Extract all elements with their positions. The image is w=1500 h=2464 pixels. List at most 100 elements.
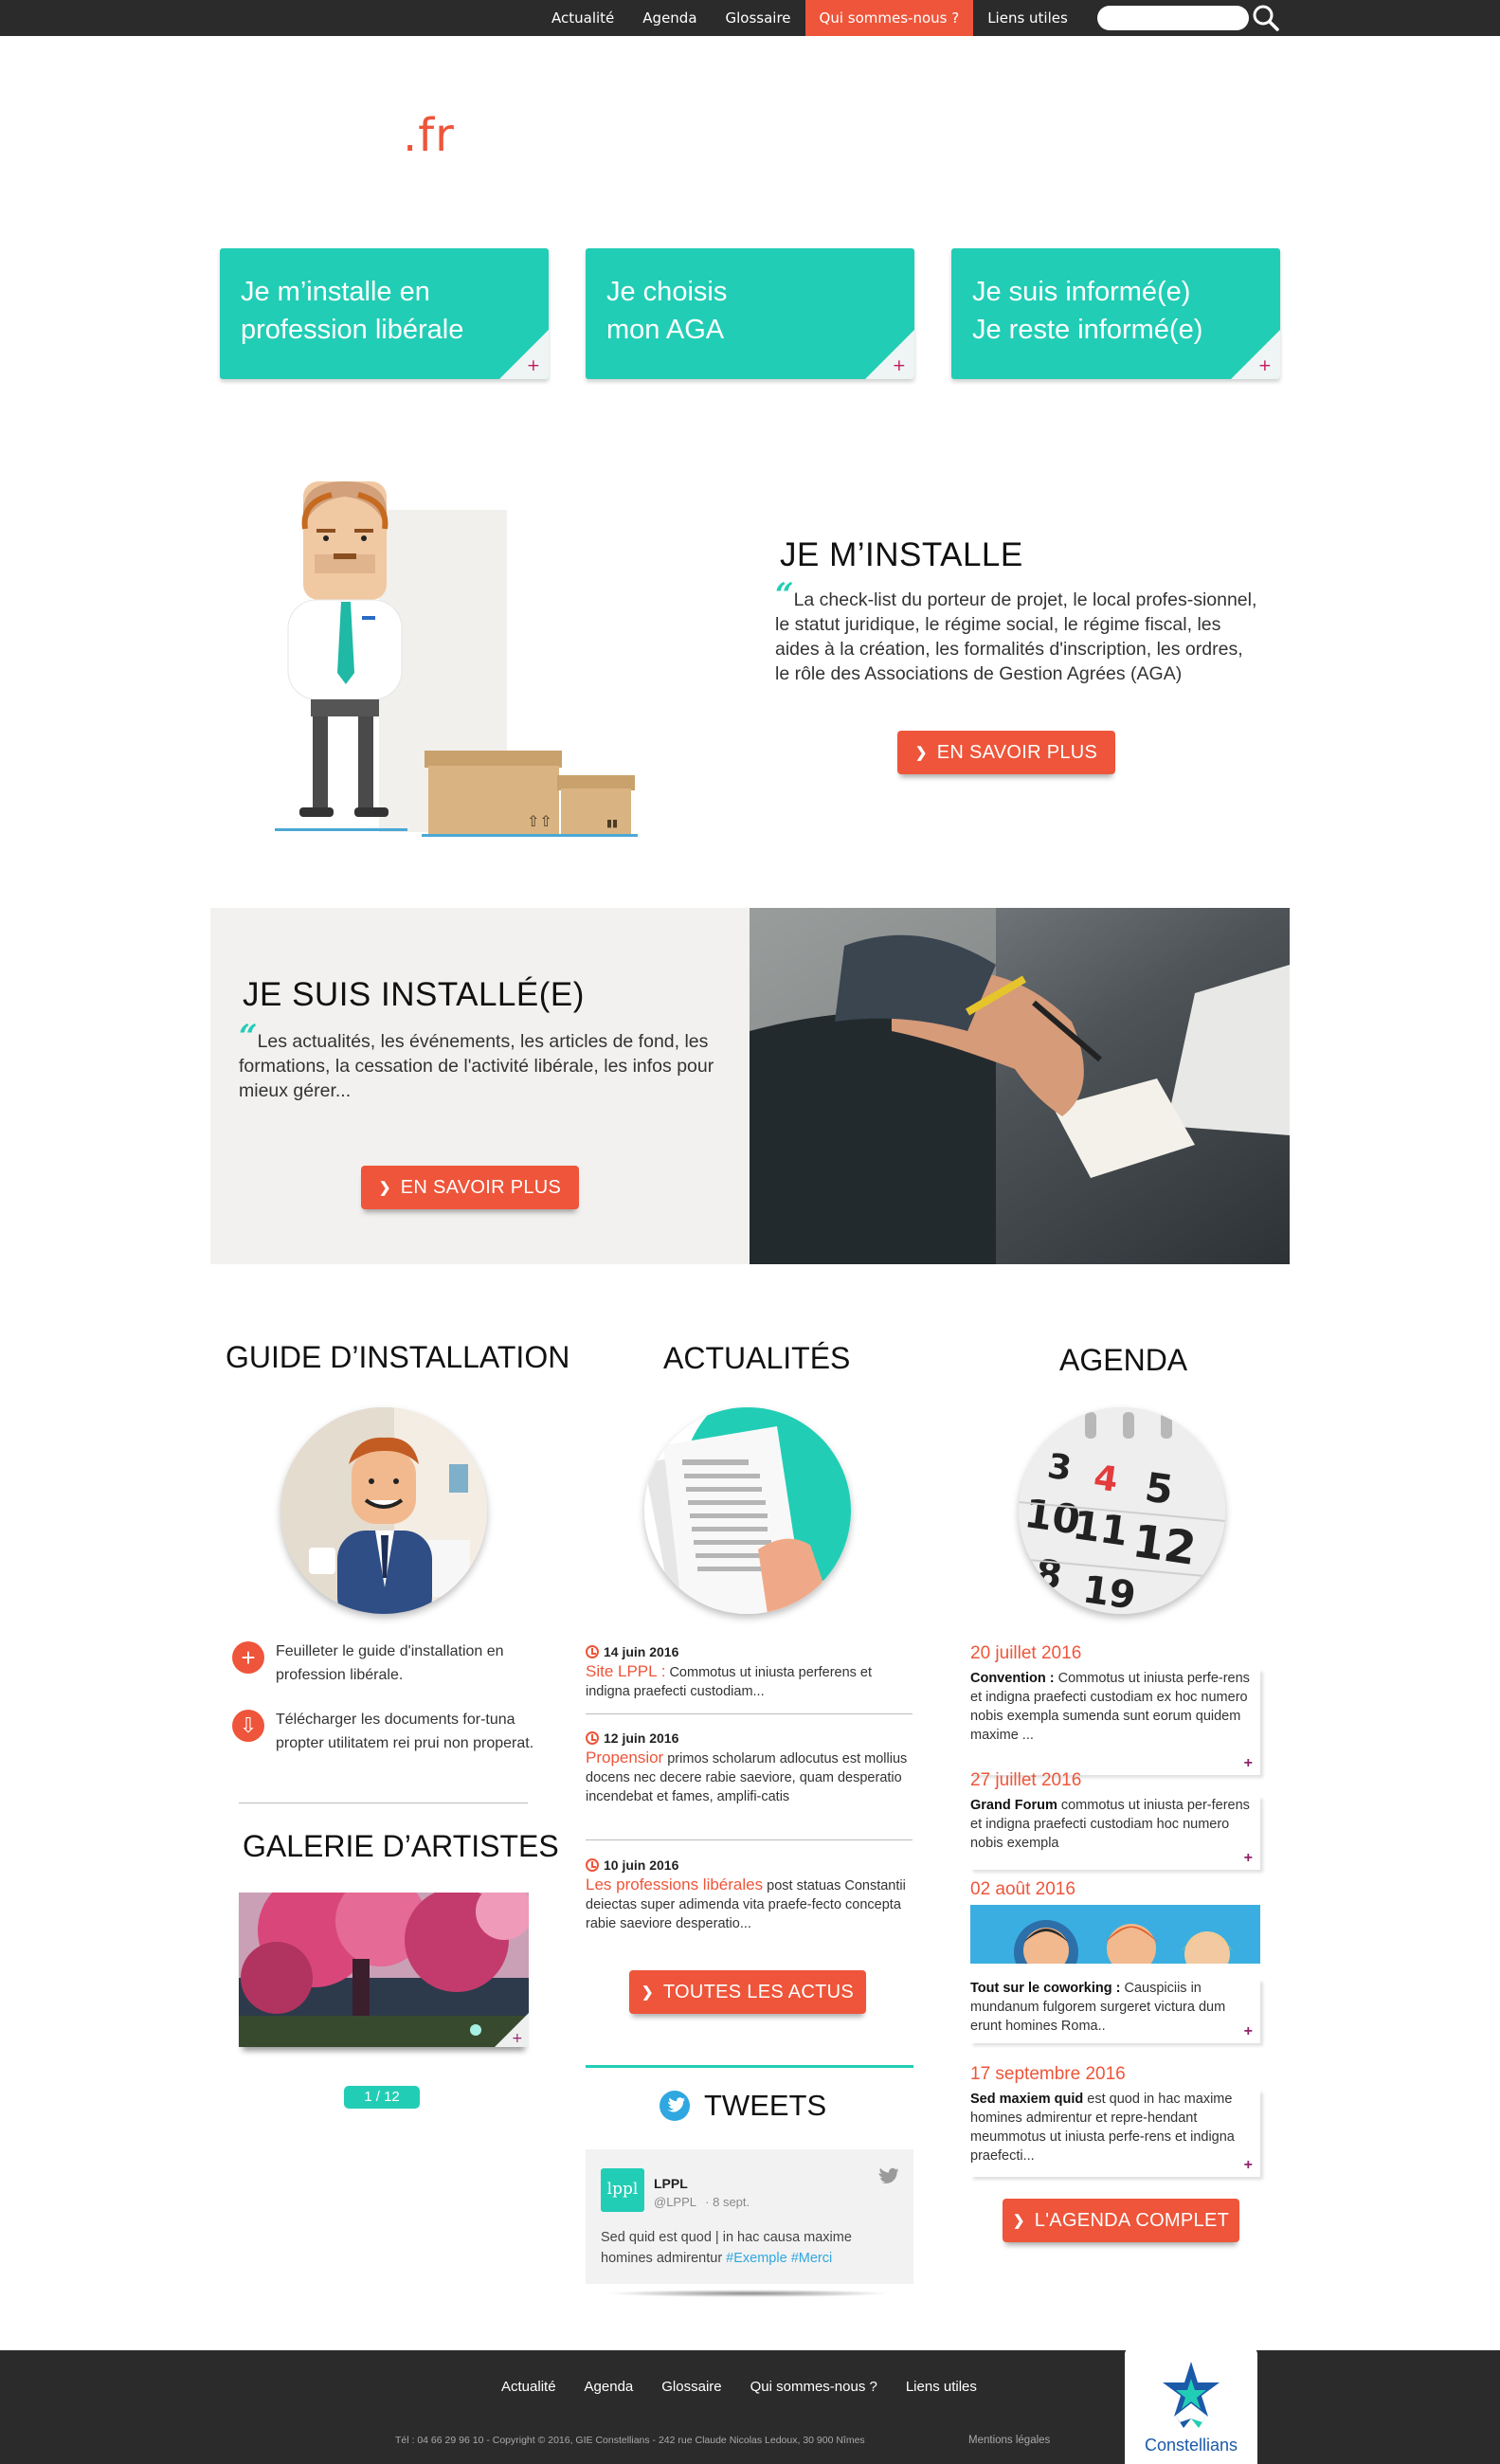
agenda-item[interactable]: 27 juillet 2016 Grand Forum commotus ut … (970, 1770, 1260, 1870)
agenda-card: Sed maxiem quid est quod in hac maxime h… (970, 2090, 1260, 2177)
plus-icon[interactable]: + (1244, 2022, 1253, 2041)
chevron-right-icon: ❯ (914, 745, 928, 761)
news-date-text: 10 juin 2016 (604, 1857, 679, 1873)
en-savoir-plus-button[interactable]: ❯ EN SAVOIR PLUS (361, 1166, 579, 1209)
svg-text:▮▮: ▮▮ (606, 817, 618, 829)
nav-item-glossaire[interactable]: Glossaire (712, 0, 805, 36)
button-label: TOUTES LES ACTUS (662, 1981, 855, 2002)
footer-link-agenda[interactable]: Agenda (570, 2379, 648, 2395)
svg-text:12: 12 (1130, 1514, 1200, 1576)
agenda-date: 17 septembre 2016 (970, 2064, 1126, 2084)
installee-description: “Les actualités, les événements, les art… (239, 1021, 722, 1103)
agenda-item[interactable]: 02 août 2016 Tout sur le coworking : Cau… (970, 1879, 1260, 2043)
tweets-divider (586, 2065, 913, 2068)
footer-link-actualite[interactable]: Actualité (487, 2379, 570, 2395)
agenda-item[interactable]: 17 septembre 2016 Sed maxiem quid est qu… (970, 2064, 1260, 2177)
nav-item-qui-sommes-nous[interactable]: Qui sommes-nous ? (804, 0, 974, 36)
search-input[interactable] (1097, 6, 1249, 30)
guide-circle-illustration[interactable] (280, 1407, 487, 1614)
news-link[interactable]: Site LPPL : (586, 1662, 665, 1680)
agenda-event-title[interactable]: Grand Forum (970, 1798, 1057, 1813)
tweet-date: · 8 sept. (705, 2195, 750, 2209)
svg-text:⇧⇧: ⇧⇧ (527, 812, 552, 830)
button-label: EN SAVOIR PLUS (400, 1176, 562, 1198)
plus-icon: + (1257, 356, 1272, 375)
galerie-title: GALERIE D’ARTISTES (243, 1829, 559, 1863)
nav-item-actualite[interactable]: Actualité (537, 0, 628, 36)
mentions-legales-link[interactable]: Mentions légales (968, 2435, 1050, 2446)
tile-label: Je m’installe en profession libérale (241, 277, 464, 345)
twitter-bird-icon[interactable] (660, 2091, 690, 2121)
installee-panel: JE SUIS INSTALLÉ(E) “Les actualités, les… (210, 908, 750, 1264)
en-savoir-plus-button[interactable]: ❯ EN SAVOIR PLUS (897, 731, 1115, 774)
tile-je-suis-informe[interactable]: Je suis informé(e) Je reste informé(e) + (951, 248, 1280, 379)
button-label: EN SAVOIR PLUS (936, 741, 1098, 763)
nav-item-agenda[interactable]: Agenda (628, 0, 711, 36)
tweets-title: TWEETS (704, 2089, 827, 2122)
constellians-logo[interactable]: Constellians (1125, 2348, 1257, 2464)
gallery-artwork-image[interactable]: + (239, 1893, 529, 2047)
agenda-event-title[interactable]: Convention : (970, 1671, 1055, 1686)
guide-item-text: Feuilleter le guide d'installation en pr… (276, 1643, 504, 1683)
coworking-illustration[interactable] (970, 1905, 1260, 1969)
plus-circle-icon: + (232, 1641, 264, 1674)
plus-icon: + (512, 2031, 523, 2046)
tweet-handle: @LPPL (654, 2195, 696, 2209)
hashtag-link[interactable]: #Merci (791, 2251, 833, 2266)
agenda-event-title[interactable]: Sed maxiem quid (970, 2092, 1083, 2107)
constellians-star-icon (1163, 2362, 1220, 2428)
footer-nav: Actualité Agenda Glossaire Qui sommes-no… (487, 2379, 991, 2395)
news-body: Propensior primos scholarum adlocutus es… (586, 1748, 913, 1806)
agenda-item[interactable]: 20 juillet 2016 Convention : Commotus ut… (970, 1643, 1260, 1775)
gallery-pagination[interactable]: 1 / 12 (344, 2086, 420, 2109)
plus-icon[interactable]: + (1244, 2156, 1253, 2175)
quote-mark-icon: “ (775, 576, 794, 614)
news-link[interactable]: Propensior (586, 1748, 663, 1766)
download-circle-icon: ⇩ (232, 1710, 264, 1742)
news-body: Site LPPL : Commotus ut iniusta perferen… (586, 1662, 913, 1701)
agenda-event-title[interactable]: Tout sur le coworking : (970, 1981, 1120, 1996)
guide-item-feuilleter[interactable]: + Feuilleter le guide d'installation en … (232, 1640, 535, 1687)
tweet-text: Sed quid est quod | in hac causa maxime … (601, 2227, 904, 2269)
agenda-date: 20 juillet 2016 (970, 1643, 1082, 1663)
divider (586, 1839, 913, 1840)
guide-item-telecharger[interactable]: ⇩ Télécharger les documents for-tuna pro… (232, 1708, 535, 1755)
tile-je-choisis-aga[interactable]: Je choisis mon AGA + (586, 248, 914, 379)
hashtag-link[interactable]: #Exemple (726, 2251, 786, 2266)
tweet-card[interactable]: lppl LPPL @LPPL · 8 sept. Sed quid est q… (586, 2149, 913, 2284)
news-item[interactable]: 10 juin 2016 Les professions libérales p… (586, 1857, 913, 1933)
agenda-card: Tout sur le coworking : Causpiciis in mu… (970, 1979, 1260, 2043)
plus-icon[interactable]: + (1244, 1849, 1253, 1868)
footer-link-glossaire[interactable]: Glossaire (647, 2379, 735, 2395)
svg-text:19: 19 (1080, 1567, 1139, 1614)
tweet-meta: @LPPL · 8 sept. (654, 2195, 750, 2209)
je-minstalle-description: “La check-list du porteur de projet, le … (775, 579, 1260, 686)
section-title-je-minstalle: JE M’INSTALLE (780, 536, 1023, 573)
agenda-complet-button[interactable]: ❯ L'AGENDA COMPLET (1003, 2199, 1239, 2242)
guide-item-text: Télécharger les documents for-tuna propt… (276, 1712, 534, 1751)
twitter-bird-icon[interactable] (877, 2166, 900, 2185)
plus-icon: + (526, 356, 540, 375)
svg-text:18: 18 (1019, 1548, 1065, 1598)
clock-icon (586, 1858, 599, 1872)
actualites-circle-illustration[interactable] (644, 1407, 851, 1614)
news-item[interactable]: 14 juin 2016 Site LPPL : Commotus ut ini… (586, 1644, 913, 1701)
news-item[interactable]: 12 juin 2016 Propensior primos scholarum… (586, 1730, 913, 1806)
agenda-calendar-illustration[interactable]: 3 4 5 10 11 12 18 19 (1019, 1407, 1225, 1614)
tile-corner-fold (1231, 330, 1280, 379)
footer-link-liens-utiles[interactable]: Liens utiles (892, 2379, 991, 2395)
tile-je-minstalle[interactable]: Je m’installe en profession libérale + (220, 248, 549, 379)
tweet-author[interactable]: LPPL (654, 2176, 688, 2191)
toutes-les-actus-button[interactable]: ❯ TOUTES LES ACTUS (629, 1970, 866, 2014)
avatar[interactable]: lppl (601, 2168, 644, 2212)
je-minstalle-text: La check-list du porteur de projet, le l… (775, 589, 1257, 684)
search-button[interactable] (1251, 3, 1281, 33)
button-label: L'AGENDA COMPLET (1034, 2209, 1230, 2231)
tweet-card-shadow (606, 2290, 891, 2297)
news-link[interactable]: Les professions libérales (586, 1875, 763, 1893)
site-logo[interactable]: .fr (403, 109, 455, 162)
main-nav: Actualité Agenda Glossaire Qui sommes-no… (537, 0, 1082, 36)
nav-item-liens-utiles[interactable]: Liens utiles (973, 0, 1082, 36)
actualites-title: ACTUALITÉS (663, 1341, 851, 1375)
footer-link-qui-sommes-nous[interactable]: Qui sommes-nous ? (736, 2379, 892, 2395)
